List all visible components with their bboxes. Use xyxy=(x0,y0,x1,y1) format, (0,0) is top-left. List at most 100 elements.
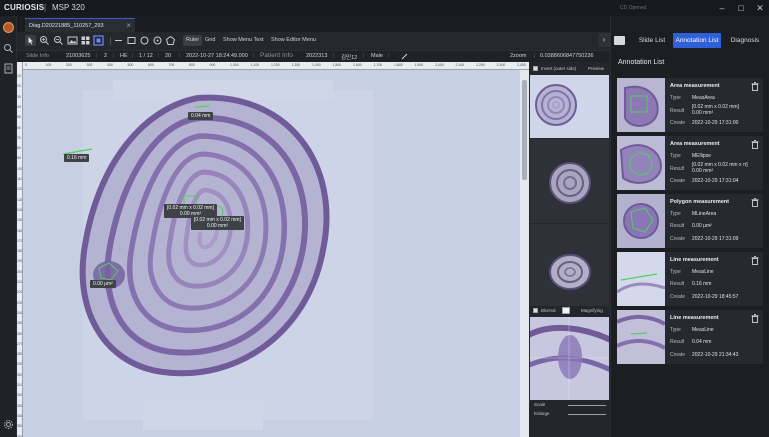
minimize-button[interactable]: – xyxy=(716,2,728,14)
annotation-thumbnail[interactable] xyxy=(617,136,665,190)
magnifier-view[interactable] xyxy=(530,317,609,400)
ruler-left-label: 180 xyxy=(17,249,23,254)
ruler-top-label: 900 xyxy=(209,63,216,67)
ruler-left-label: 100 xyxy=(17,166,23,171)
preview-thumbnail-2[interactable] xyxy=(530,139,609,223)
annotation-thumbnail[interactable] xyxy=(617,310,665,364)
ruler-top-label: 1,300 xyxy=(291,63,301,67)
settings-gear-icon[interactable] xyxy=(3,419,14,430)
document-tab[interactable]: Diag.D20221885_110257_293 × xyxy=(25,18,135,32)
search-icon[interactable] xyxy=(3,43,14,54)
info-separator: | xyxy=(333,53,335,59)
ruler-left-label: 240 xyxy=(17,310,23,315)
preview-thumbnail-3[interactable] xyxy=(530,224,609,306)
show-editor-menu-button[interactable]: Show Editor Menu xyxy=(268,35,319,46)
circle-tool-icon[interactable] xyxy=(139,35,150,46)
tab-slide-list[interactable]: Slide List xyxy=(635,33,669,48)
ruler-top-label: 1,800 xyxy=(394,63,403,67)
delete-icon[interactable] xyxy=(751,198,759,207)
blurred-checkbox[interactable] xyxy=(533,308,538,313)
polygon-tool-icon[interactable] xyxy=(165,35,176,46)
delete-icon[interactable] xyxy=(751,82,759,91)
annotation-created: 2022-10-29 17:31:04 xyxy=(692,178,739,184)
invert-checkbox[interactable] xyxy=(533,66,538,71)
zoom-out-icon[interactable] xyxy=(53,35,64,46)
measure-label-line: 0.00 mm² xyxy=(206,223,229,229)
viewer-scrollbar[interactable] xyxy=(520,70,529,437)
annotation-card[interactable]: Area measurement Type MeasArea Result [0.02 … xyxy=(617,78,763,132)
result-key: Result xyxy=(670,281,685,287)
annotation-created: 2022-10-29 17:31:00 xyxy=(692,120,739,126)
delete-icon[interactable] xyxy=(751,140,759,149)
maximize-button[interactable]: □ xyxy=(735,2,747,14)
ruler-top-label: 1,200 xyxy=(271,63,280,67)
zoom-in-icon[interactable] xyxy=(39,35,50,46)
type-key: Type xyxy=(670,95,681,101)
annotation-name: Area measurement xyxy=(670,83,720,89)
ruler-left-label: 350 xyxy=(17,424,23,429)
annotation-card[interactable]: Line measurement Type MeasLine Result 0.16 m… xyxy=(617,252,763,306)
ruler-left-label: 90 xyxy=(17,156,21,161)
ruler-left-label: 110 xyxy=(17,177,23,181)
ruler-top-label: 700 xyxy=(168,63,175,67)
ruler-left-label: 150 xyxy=(17,218,23,223)
chevron-right-icon[interactable]: › xyxy=(598,33,610,47)
ruler-left-label: 70 xyxy=(17,135,21,140)
pen-icon[interactable] xyxy=(401,53,408,60)
annotation-card[interactable]: Polygon measurement Type MLineArea Result 0.… xyxy=(617,194,763,248)
pointer-icon[interactable] xyxy=(25,35,36,46)
blurred-label: Blurred xyxy=(541,308,556,313)
annotation-card[interactable]: Area measurement Type MEllipse Result [0.02 … xyxy=(617,136,763,190)
result-key: Result xyxy=(670,339,685,345)
close-window-button[interactable]: ✕ xyxy=(754,2,766,14)
annotation-thumbnail[interactable] xyxy=(617,194,665,248)
ruler-left-label: 280 xyxy=(17,352,23,357)
ruler-toggle-button[interactable]: Ruler xyxy=(183,35,203,46)
result-key: Result xyxy=(670,166,685,172)
patient-info-label: Patient Info xyxy=(260,52,293,59)
tab-diagnosis[interactable]: Diagnosis xyxy=(726,33,764,48)
annotation-list-title: Annotation List xyxy=(618,59,665,66)
rectangle-tool-icon[interactable] xyxy=(126,35,137,46)
avatar[interactable] xyxy=(3,22,14,33)
ruler-top-label: 2,000 xyxy=(435,63,444,67)
color-swatch[interactable] xyxy=(562,307,570,314)
scale-slider[interactable] xyxy=(568,405,606,406)
folder-icon[interactable] xyxy=(614,36,625,45)
ruler-left-label: 320 xyxy=(17,393,23,398)
scrollbar-thumb[interactable] xyxy=(522,80,527,180)
annotation-card[interactable]: Line measurement Type MeasLine Result 0.04 m… xyxy=(617,310,763,364)
annotation-name: Line measurement xyxy=(670,257,719,263)
brand-separator: | xyxy=(44,3,47,12)
annotation-created: 2022-10-29 17:31:09 xyxy=(692,236,739,242)
annotation-type: MeasLine xyxy=(692,269,714,275)
document-icon[interactable] xyxy=(3,63,14,74)
show-menu-text-button[interactable]: Show Menu Text xyxy=(220,35,267,46)
grid-view-icon[interactable] xyxy=(80,35,91,46)
ellipse-tool-icon[interactable] xyxy=(152,35,163,46)
annotation-thumbnail[interactable] xyxy=(617,78,665,132)
grid-toggle-button[interactable]: Grid xyxy=(202,35,218,46)
patient-id: 2022313 xyxy=(306,53,328,59)
tissue-image[interactable] xyxy=(23,70,520,437)
close-tab-icon[interactable]: × xyxy=(126,21,131,30)
info-separator: | xyxy=(132,53,134,59)
annotation-thumbnail[interactable] xyxy=(617,252,665,306)
capture-icon[interactable] xyxy=(93,35,104,46)
ruler-top-label: 1,600 xyxy=(353,63,362,67)
delete-icon[interactable] xyxy=(751,256,759,265)
slide-id: 21003625 xyxy=(66,53,91,59)
image-icon[interactable] xyxy=(67,35,78,46)
enlarge-slider[interactable] xyxy=(568,414,606,415)
ruler-top-label: 1,000 xyxy=(230,63,239,67)
ruler-left-label: 300 xyxy=(17,372,23,377)
tab-annotation-list[interactable]: Annotation List xyxy=(673,33,721,48)
type-key: Type xyxy=(670,327,681,333)
line-tool-icon[interactable] xyxy=(113,35,124,46)
magnifying-label: Magnifying xyxy=(581,308,603,313)
slide-viewer[interactable]: 0.16 mm 0.04 mm [0.02 mm x 0.02 mm] 0.00… xyxy=(23,70,520,437)
ruler-top-label: 300 xyxy=(86,63,93,67)
delete-icon[interactable] xyxy=(751,314,759,323)
preview-thumbnail-1[interactable] xyxy=(530,75,609,138)
annotation-name: Polygon measurement xyxy=(670,199,729,205)
